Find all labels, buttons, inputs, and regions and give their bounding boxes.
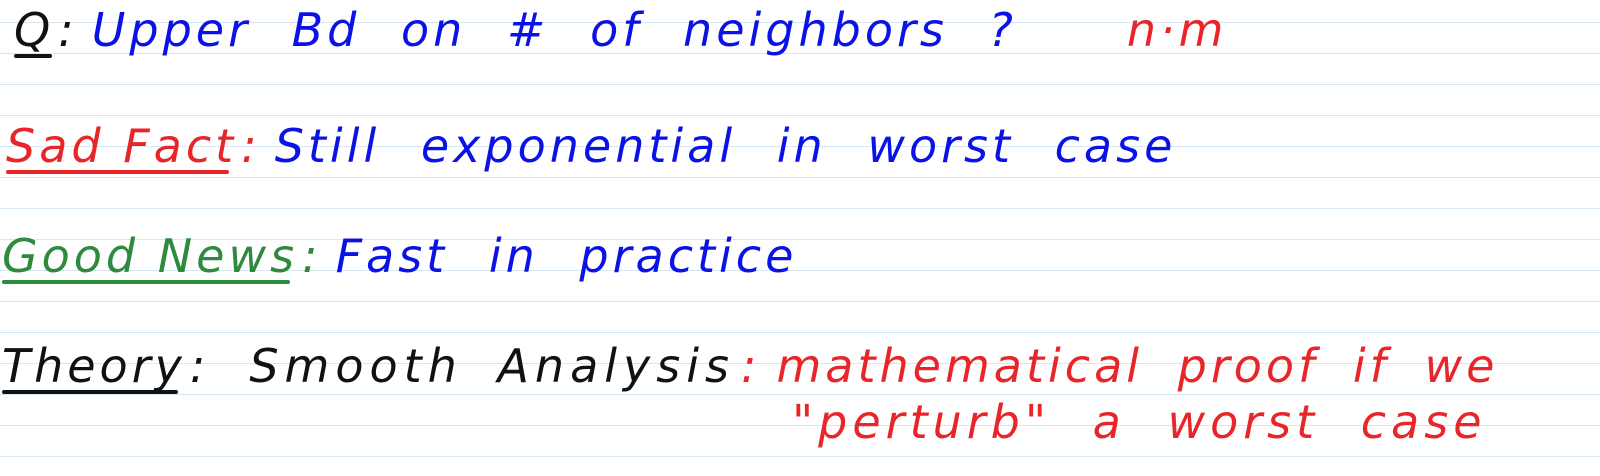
theory-underline — [2, 390, 178, 394]
sad-fact-label: Sad Fact — [6, 116, 237, 178]
theory-definition-row-2: "perturb" a worst case — [792, 392, 1487, 452]
question-text: Upper Bd on # of neighbors ? — [91, 3, 1017, 57]
good-news-text: Fast in practice — [335, 229, 798, 283]
theory-text: Smooth Analysis — [249, 339, 735, 393]
theory-definition-line1: mathematical proof if we — [776, 339, 1499, 393]
theory-label-text: Theory — [2, 339, 186, 393]
good-news-row: Good News : Fast in practice — [0, 226, 797, 288]
sad-fact-label-text: Sad Fact — [6, 119, 238, 173]
question-label-underline — [14, 54, 53, 58]
good-news-colon: : — [302, 229, 322, 283]
sad-fact-row: Sad Fact : Still exponential in worst cas… — [0, 116, 1176, 178]
good-news-label: Good News — [2, 226, 298, 288]
theory-label: Theory — [2, 336, 186, 398]
sad-fact-text: Still exponential in worst case — [274, 119, 1177, 173]
sad-fact-underline — [6, 170, 230, 174]
theory-colon-2: : — [740, 339, 761, 393]
good-news-label-text: Good News — [2, 229, 299, 283]
question-row: Q : Upper Bd on # of neighbors ? n·m — [0, 0, 1228, 62]
theory-definition-line2: "perturb" a worst case — [792, 395, 1487, 449]
question-label-text: Q — [14, 3, 55, 57]
good-news-underline — [2, 280, 291, 284]
question-label: Q — [14, 0, 54, 62]
question-colon: : — [58, 3, 78, 57]
sad-fact-colon: : — [241, 119, 261, 173]
question-annotation: n·m — [1126, 3, 1228, 57]
theory-colon: : — [189, 339, 210, 393]
theory-row: Theory : Smooth Analysis: mathematical pro… — [0, 336, 1498, 398]
